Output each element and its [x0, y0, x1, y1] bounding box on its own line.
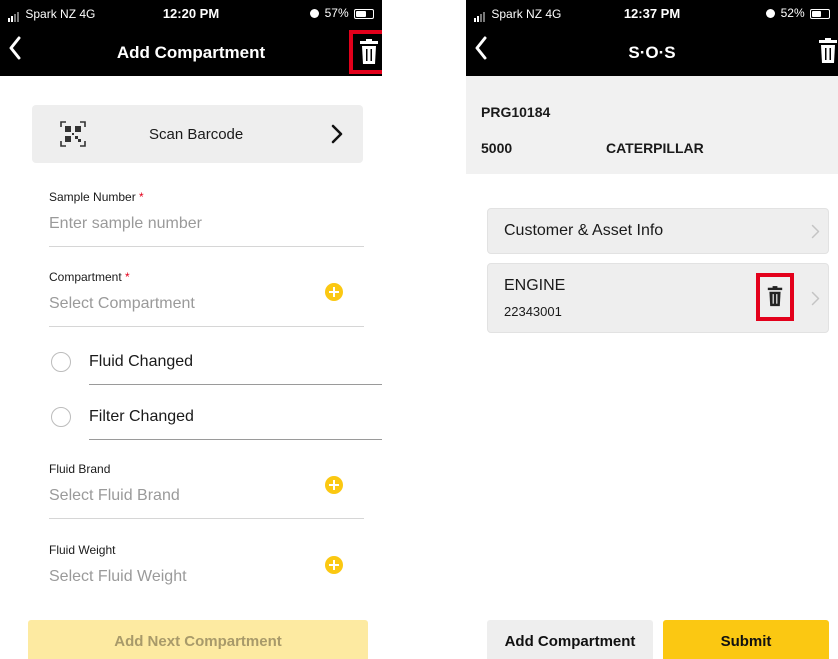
- add-compartment-screen: Spark NZ 4G 12:20 PM 57% Add Compartment: [0, 0, 382, 659]
- add-fluid-brand-plus-icon[interactable]: [325, 476, 343, 494]
- delete-compartment-button[interactable]: [756, 273, 794, 321]
- filter-changed-option[interactable]: Filter Changed: [49, 392, 382, 440]
- page-title: S·O·S: [628, 43, 676, 62]
- compartment-label: Compartment: [49, 270, 122, 284]
- page-title: Add Compartment: [116, 43, 266, 62]
- delete-button[interactable]: [349, 30, 382, 74]
- customer-asset-info-label: Customer & Asset Info: [504, 222, 664, 239]
- fluid-brand-label: Fluid Brand: [49, 462, 111, 476]
- divider: [49, 518, 364, 519]
- fluid-weight-field[interactable]: Fluid Weight Select Fluid Weight: [49, 543, 364, 601]
- fluid-changed-radio[interactable]: [51, 352, 71, 372]
- status-bar: Spark NZ 4G 12:37 PM 52%: [466, 0, 838, 26]
- alarm-icon: [766, 9, 776, 19]
- trash-icon: [360, 39, 378, 64]
- divider: [49, 246, 364, 247]
- sample-info-header: PRG10184 5000 CATERPILLAR: [466, 76, 838, 174]
- add-compartment-button[interactable]: Add Compartment: [487, 620, 653, 659]
- add-fluid-weight-plus-icon[interactable]: [325, 556, 343, 574]
- filter-changed-label: Filter Changed: [89, 408, 194, 425]
- sos-screen: Spark NZ 4G 12:37 PM 52% S·O·S PRG10184 …: [466, 0, 838, 659]
- delete-button[interactable]: [818, 38, 838, 66]
- battery-icon: [354, 8, 374, 19]
- sample-number-label: Sample Number: [49, 190, 136, 204]
- battery-percent: 52%: [780, 6, 805, 20]
- divider: [89, 439, 382, 440]
- divider: [89, 384, 382, 385]
- add-compartment-plus-icon[interactable]: [325, 283, 343, 301]
- unit-number: 5000: [481, 140, 513, 156]
- required-marker: *: [139, 190, 144, 204]
- compartment-field[interactable]: Compartment * Select Compartment: [49, 270, 364, 328]
- filter-changed-radio[interactable]: [51, 407, 71, 427]
- top-bar: Spark NZ 4G 12:37 PM 52% S·O·S: [466, 0, 838, 76]
- sample-number-input[interactable]: Enter sample number: [49, 215, 364, 233]
- battery-percent: 57%: [324, 6, 349, 20]
- alarm-icon: [310, 9, 320, 19]
- fluid-changed-option[interactable]: Fluid Changed: [49, 337, 382, 385]
- fluid-brand-field[interactable]: Fluid Brand Select Fluid Brand: [49, 462, 364, 520]
- required-marker: *: [125, 270, 130, 284]
- nav-bar: Add Compartment: [0, 26, 382, 76]
- customer-asset-info-row[interactable]: Customer & Asset Info: [487, 208, 829, 254]
- compartment-list-item[interactable]: ENGINE 22343001: [487, 263, 829, 333]
- trash-icon: [767, 286, 783, 307]
- top-bar: Spark NZ 4G 12:20 PM 57% Add Compartment: [0, 0, 382, 76]
- compartment-name: ENGINE: [504, 277, 566, 294]
- compartment-select[interactable]: Select Compartment: [49, 295, 364, 313]
- status-bar: Spark NZ 4G 12:20 PM 57%: [0, 0, 382, 26]
- fluid-weight-select[interactable]: Select Fluid Weight: [49, 568, 364, 586]
- fluid-changed-label: Fluid Changed: [89, 353, 194, 370]
- equipment-make: CATERPILLAR: [606, 140, 704, 156]
- divider: [49, 326, 364, 327]
- fluid-brand-select[interactable]: Select Fluid Brand: [49, 487, 364, 505]
- chevron-right-icon: [331, 124, 343, 144]
- sample-reference: PRG10184: [481, 104, 551, 120]
- scan-barcode-label: Scan Barcode: [149, 126, 244, 143]
- submit-button[interactable]: Submit: [663, 620, 829, 659]
- qr-code-icon: [60, 121, 86, 147]
- add-next-compartment-button[interactable]: Add Next Compartment: [28, 620, 368, 659]
- chevron-right-icon: [811, 291, 820, 306]
- nav-bar: S·O·S: [466, 26, 838, 76]
- sample-number-field[interactable]: Sample Number * Enter sample number: [49, 190, 364, 248]
- compartment-serial: 22343001: [504, 304, 562, 319]
- trash-icon: [819, 38, 837, 63]
- battery-icon: [810, 8, 830, 19]
- fluid-weight-label: Fluid Weight: [49, 543, 116, 557]
- scan-barcode-button[interactable]: Scan Barcode: [32, 105, 363, 163]
- chevron-right-icon: [811, 224, 820, 239]
